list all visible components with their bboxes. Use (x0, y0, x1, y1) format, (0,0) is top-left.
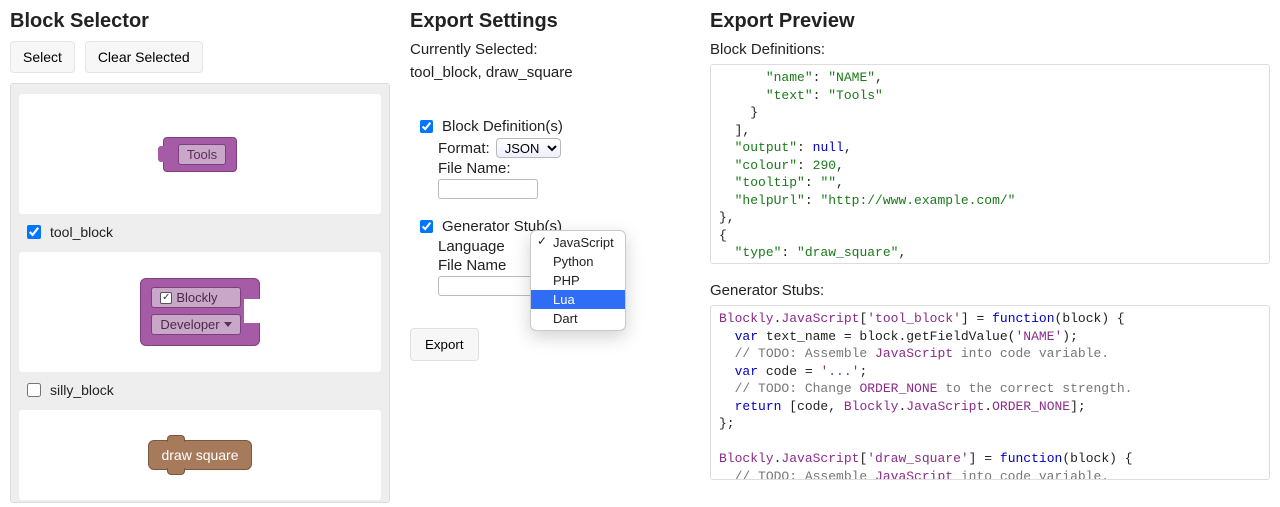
format-select[interactable]: JSON (496, 138, 561, 158)
generator-stubs-code[interactable]: Blockly.JavaScript['tool_block'] = funct… (710, 305, 1270, 480)
block-label-tool-block: tool_block (50, 224, 113, 240)
blockdef-label: Block Definition(s) (442, 118, 563, 135)
currently-selected-value: tool_block, draw_square (410, 64, 690, 81)
export-button[interactable]: Export (410, 328, 479, 361)
block-checkbox-silly-block[interactable] (27, 383, 41, 397)
format-label: Format: (438, 140, 490, 157)
export-preview-title: Export Preview (710, 10, 1270, 33)
language-option-python[interactable]: Python (531, 252, 625, 271)
language-option-lua[interactable]: Lua (531, 290, 625, 309)
language-option-dart[interactable]: Dart (531, 309, 625, 328)
generator-filename-input[interactable] (438, 276, 538, 296)
export-settings-title: Export Settings (410, 10, 690, 33)
blockdef-filename-label: File Name: (438, 160, 511, 177)
clear-selected-button[interactable]: Clear Selected (85, 41, 203, 73)
block-preview-draw-square: draw square (19, 410, 381, 500)
language-dropdown[interactable]: JavaScript Python PHP Lua Dart (530, 230, 626, 331)
generator-stubs-label: Generator Stubs: (710, 282, 1270, 299)
block-selector-title: Block Selector (10, 10, 390, 33)
block-preview-silly-block: ✓Blockly Developer (19, 252, 381, 372)
blockdef-checkbox[interactable] (420, 120, 433, 133)
block-checkbox-tool-block[interactable] (27, 225, 41, 239)
generator-filename-label: File Name (438, 257, 506, 274)
block-label-silly-block: silly_block (50, 382, 114, 398)
generator-checkbox[interactable] (420, 220, 433, 233)
block-preview-tool-block: Tools (19, 94, 381, 214)
block-tools-icon: Tools (163, 137, 237, 172)
block-draw-square-icon: draw square (148, 440, 251, 470)
currently-selected-label: Currently Selected: (410, 41, 690, 58)
chevron-down-icon (224, 322, 232, 327)
block-definitions-label: Block Definitions: (710, 41, 1270, 58)
blockdef-filename-input[interactable] (438, 179, 538, 199)
language-label: Language (438, 238, 505, 255)
language-option-php[interactable]: PHP (531, 271, 625, 290)
language-option-javascript[interactable]: JavaScript (531, 233, 625, 252)
select-button[interactable]: Select (10, 41, 75, 73)
block-silly-icon: ✓Blockly Developer (140, 278, 259, 346)
block-definitions-code[interactable]: "name": "NAME", "text": "Tools" } ], "ou… (710, 64, 1270, 264)
block-list-panel: Tools tool_block ✓Blockly Developer sill… (10, 83, 390, 503)
